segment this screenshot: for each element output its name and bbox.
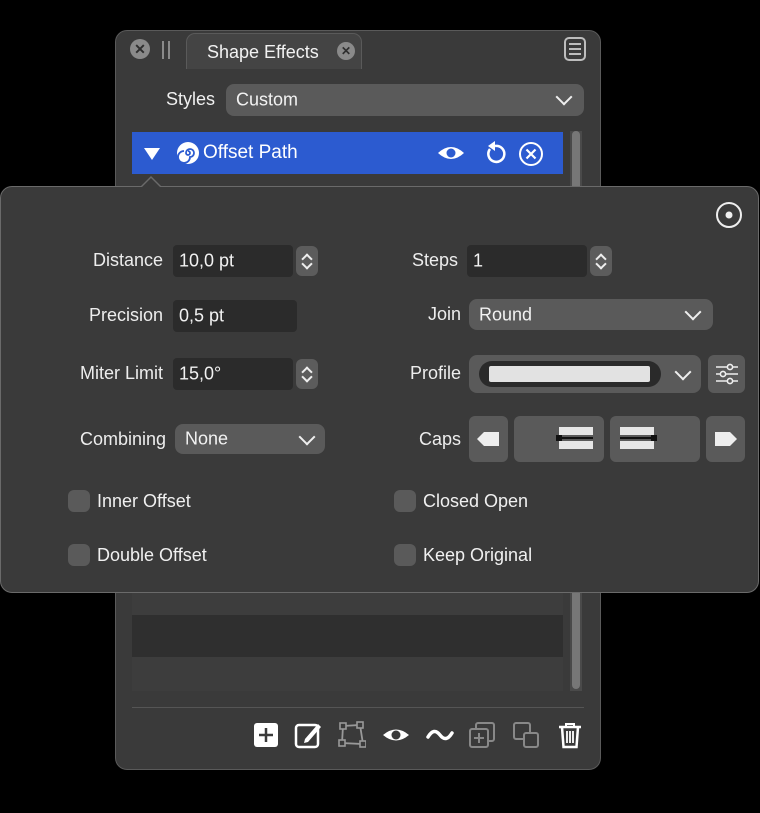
list-item[interactable] bbox=[132, 591, 563, 615]
profile-settings-button[interactable] bbox=[708, 355, 745, 393]
combining-value: None bbox=[185, 428, 229, 449]
keep-original-checkbox[interactable] bbox=[394, 544, 416, 566]
disclosure-triangle-icon[interactable] bbox=[144, 147, 160, 161]
chevron-down-icon bbox=[298, 428, 316, 446]
cap-node bbox=[556, 435, 562, 441]
spiral-icon bbox=[177, 142, 199, 164]
join-dropdown[interactable]: Round bbox=[469, 299, 713, 330]
styles-value: Custom bbox=[236, 89, 299, 110]
eye-icon[interactable] bbox=[382, 721, 410, 749]
cap-bar-bottom bbox=[620, 441, 654, 449]
effect-row-offset-path[interactable]: Offset Path bbox=[132, 132, 563, 174]
cap-line bbox=[620, 437, 654, 439]
tab-bar: ✕ Shape Effects ✕ bbox=[116, 31, 600, 69]
cap-end-button[interactable] bbox=[706, 416, 745, 462]
distance-field[interactable]: 10,0 pt bbox=[173, 245, 293, 277]
cap-node bbox=[651, 435, 657, 441]
chevron-down-icon bbox=[555, 88, 573, 106]
cap-end-style-button[interactable] bbox=[610, 416, 700, 462]
cap-start-icon bbox=[477, 432, 499, 446]
profile-dropdown[interactable] bbox=[469, 355, 701, 393]
closed-open-label: Closed Open bbox=[423, 491, 529, 511]
combining-dropdown[interactable]: None bbox=[175, 424, 325, 454]
settings-sliders-icon bbox=[716, 363, 738, 385]
effects-list bbox=[132, 591, 563, 693]
duplicate-icon bbox=[469, 722, 495, 748]
drag-handle[interactable] bbox=[162, 41, 170, 59]
chevron-down-icon bbox=[684, 303, 702, 321]
add-icon[interactable] bbox=[252, 721, 280, 749]
menu-icon[interactable] bbox=[564, 37, 586, 61]
list-item[interactable] bbox=[132, 657, 563, 691]
tab-close-icon[interactable]: ✕ bbox=[337, 42, 355, 60]
chevron-down-icon bbox=[674, 363, 692, 381]
inner-offset-checkbox[interactable] bbox=[68, 490, 90, 512]
join-label: Join bbox=[427, 304, 461, 324]
miter-limit-stepper[interactable] bbox=[296, 359, 318, 389]
styles-dropdown[interactable]: Custom bbox=[226, 84, 584, 116]
steps-label: Steps bbox=[411, 250, 458, 270]
precision-value: 0,5 pt bbox=[179, 305, 225, 326]
steps-value: 1 bbox=[473, 250, 484, 271]
steps-stepper[interactable] bbox=[590, 246, 612, 276]
keep-original-label: Keep Original bbox=[423, 545, 533, 565]
distance-stepper[interactable] bbox=[296, 246, 318, 276]
close-icon[interactable]: ✕ bbox=[130, 39, 150, 59]
list-item[interactable] bbox=[132, 615, 563, 657]
miter-limit-label: Miter Limit bbox=[79, 363, 163, 383]
profile-label: Profile bbox=[409, 363, 461, 383]
cap-line bbox=[559, 437, 593, 439]
join-value: Round bbox=[479, 304, 533, 324]
popover-arrow-fill bbox=[141, 178, 161, 188]
profile-bar bbox=[489, 366, 650, 382]
target-icon[interactable] bbox=[715, 201, 743, 229]
eye-icon[interactable] bbox=[437, 144, 465, 162]
styles-label: Styles bbox=[166, 89, 216, 109]
double-offset-checkbox[interactable] bbox=[68, 544, 90, 566]
precision-field[interactable]: 0,5 pt bbox=[173, 300, 297, 332]
path-icon bbox=[338, 721, 366, 748]
miter-limit-field[interactable]: 15,0° bbox=[173, 358, 293, 390]
cap-bar-bottom bbox=[559, 441, 593, 449]
cap-bar-top bbox=[559, 427, 593, 435]
reset-icon[interactable] bbox=[484, 141, 506, 165]
wave-icon[interactable] bbox=[426, 721, 454, 749]
miter-limit-value: 15,0° bbox=[179, 363, 222, 384]
cap-bar-top bbox=[620, 427, 654, 435]
double-offset-label: Double Offset bbox=[97, 545, 207, 565]
trash-icon[interactable] bbox=[556, 721, 584, 749]
offset-path-popover: Distance 10,0 pt Precision 0,5 pt Miter … bbox=[0, 186, 759, 593]
distance-value: 10,0 pt bbox=[179, 250, 235, 271]
tab-shape-effects[interactable]: Shape Effects ✕ bbox=[186, 33, 362, 69]
closed-open-checkbox[interactable] bbox=[394, 490, 416, 512]
caps-label: Caps bbox=[418, 429, 461, 449]
edit-icon[interactable] bbox=[294, 721, 322, 749]
steps-field[interactable]: 1 bbox=[467, 245, 587, 277]
tab-title: Shape Effects bbox=[207, 42, 319, 62]
cap-start-button[interactable] bbox=[469, 416, 508, 462]
distance-label: Distance bbox=[92, 250, 163, 270]
toolbar-divider bbox=[132, 707, 584, 708]
copy-icon bbox=[513, 722, 539, 748]
cap-end-icon bbox=[715, 432, 737, 446]
combining-label: Combining bbox=[79, 429, 166, 449]
effect-name: Offset Path bbox=[203, 142, 298, 163]
inner-offset-label: Inner Offset bbox=[97, 491, 191, 511]
cap-start-style-button[interactable] bbox=[514, 416, 604, 462]
profile-preview bbox=[479, 361, 661, 387]
precision-label: Precision bbox=[88, 305, 163, 325]
remove-icon[interactable] bbox=[518, 141, 544, 167]
